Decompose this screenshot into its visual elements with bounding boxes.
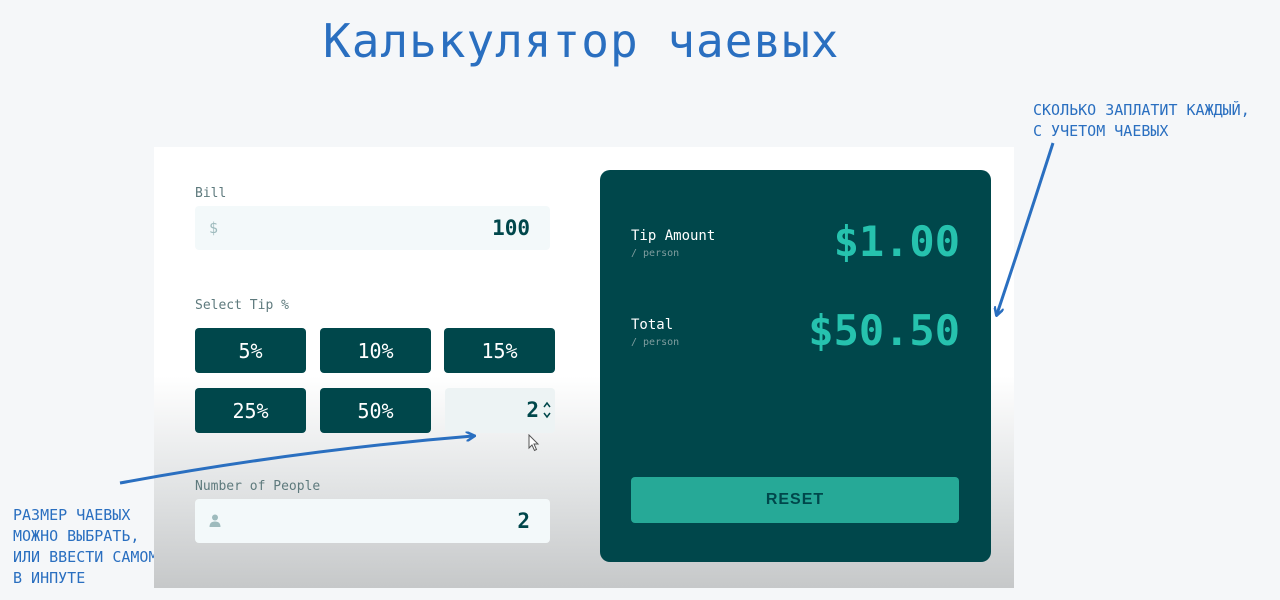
tip-button-50[interactable]: 50%	[320, 388, 431, 433]
tip-amount-per-person: / person	[631, 248, 680, 259]
annotation-tip-note: РАЗМЕР ЧАЕВЫХ МОЖНО ВЫБРАТЬ, ИЛИ ВВЕСТИ …	[13, 506, 167, 587]
tip-button-15[interactable]: 15%	[444, 328, 555, 373]
number-of-people-label: Number of People	[195, 479, 321, 494]
bill-value[interactable]: 100	[492, 216, 530, 240]
tip-calculator-app: Bill $ 100 Select Tip % 5% 10% 15% 25% 5…	[154, 147, 1014, 588]
tip-button-25[interactable]: 25%	[195, 388, 306, 433]
people-input[interactable]: 2	[195, 499, 550, 543]
tip-amount-value: $1.00	[833, 217, 960, 266]
slide-title: Калькулятор чаевых	[323, 14, 840, 68]
select-tip-label: Select Tip %	[195, 298, 289, 313]
custom-tip-value[interactable]: 2	[526, 398, 539, 422]
tip-button-10[interactable]: 10%	[320, 328, 431, 373]
dollar-icon: $	[209, 219, 219, 237]
person-icon	[209, 514, 221, 527]
mouse-cursor-icon	[528, 434, 540, 452]
bill-label: Bill	[195, 186, 227, 201]
annotation-result-note: СКОЛЬКО ЗАПЛАТИТ КАЖДЫЙ, С УЧЕТОМ ЧАЕВЫХ	[1033, 101, 1250, 140]
tip-amount-label: Tip Amount	[631, 228, 716, 244]
total-value: $50.50	[808, 306, 960, 355]
total-label: Total	[631, 317, 674, 333]
tip-button-5[interactable]: 5%	[195, 328, 306, 373]
total-per-person: / person	[631, 337, 680, 348]
custom-tip-input[interactable]: 2	[445, 388, 555, 433]
result-panel: Tip Amount / person $1.00 Total / person…	[600, 170, 991, 562]
spinner-arrows-icon[interactable]	[543, 400, 551, 420]
bill-input[interactable]: $ 100	[195, 206, 550, 250]
reset-button[interactable]: RESET	[631, 477, 959, 523]
people-value[interactable]: 2	[517, 509, 530, 533]
